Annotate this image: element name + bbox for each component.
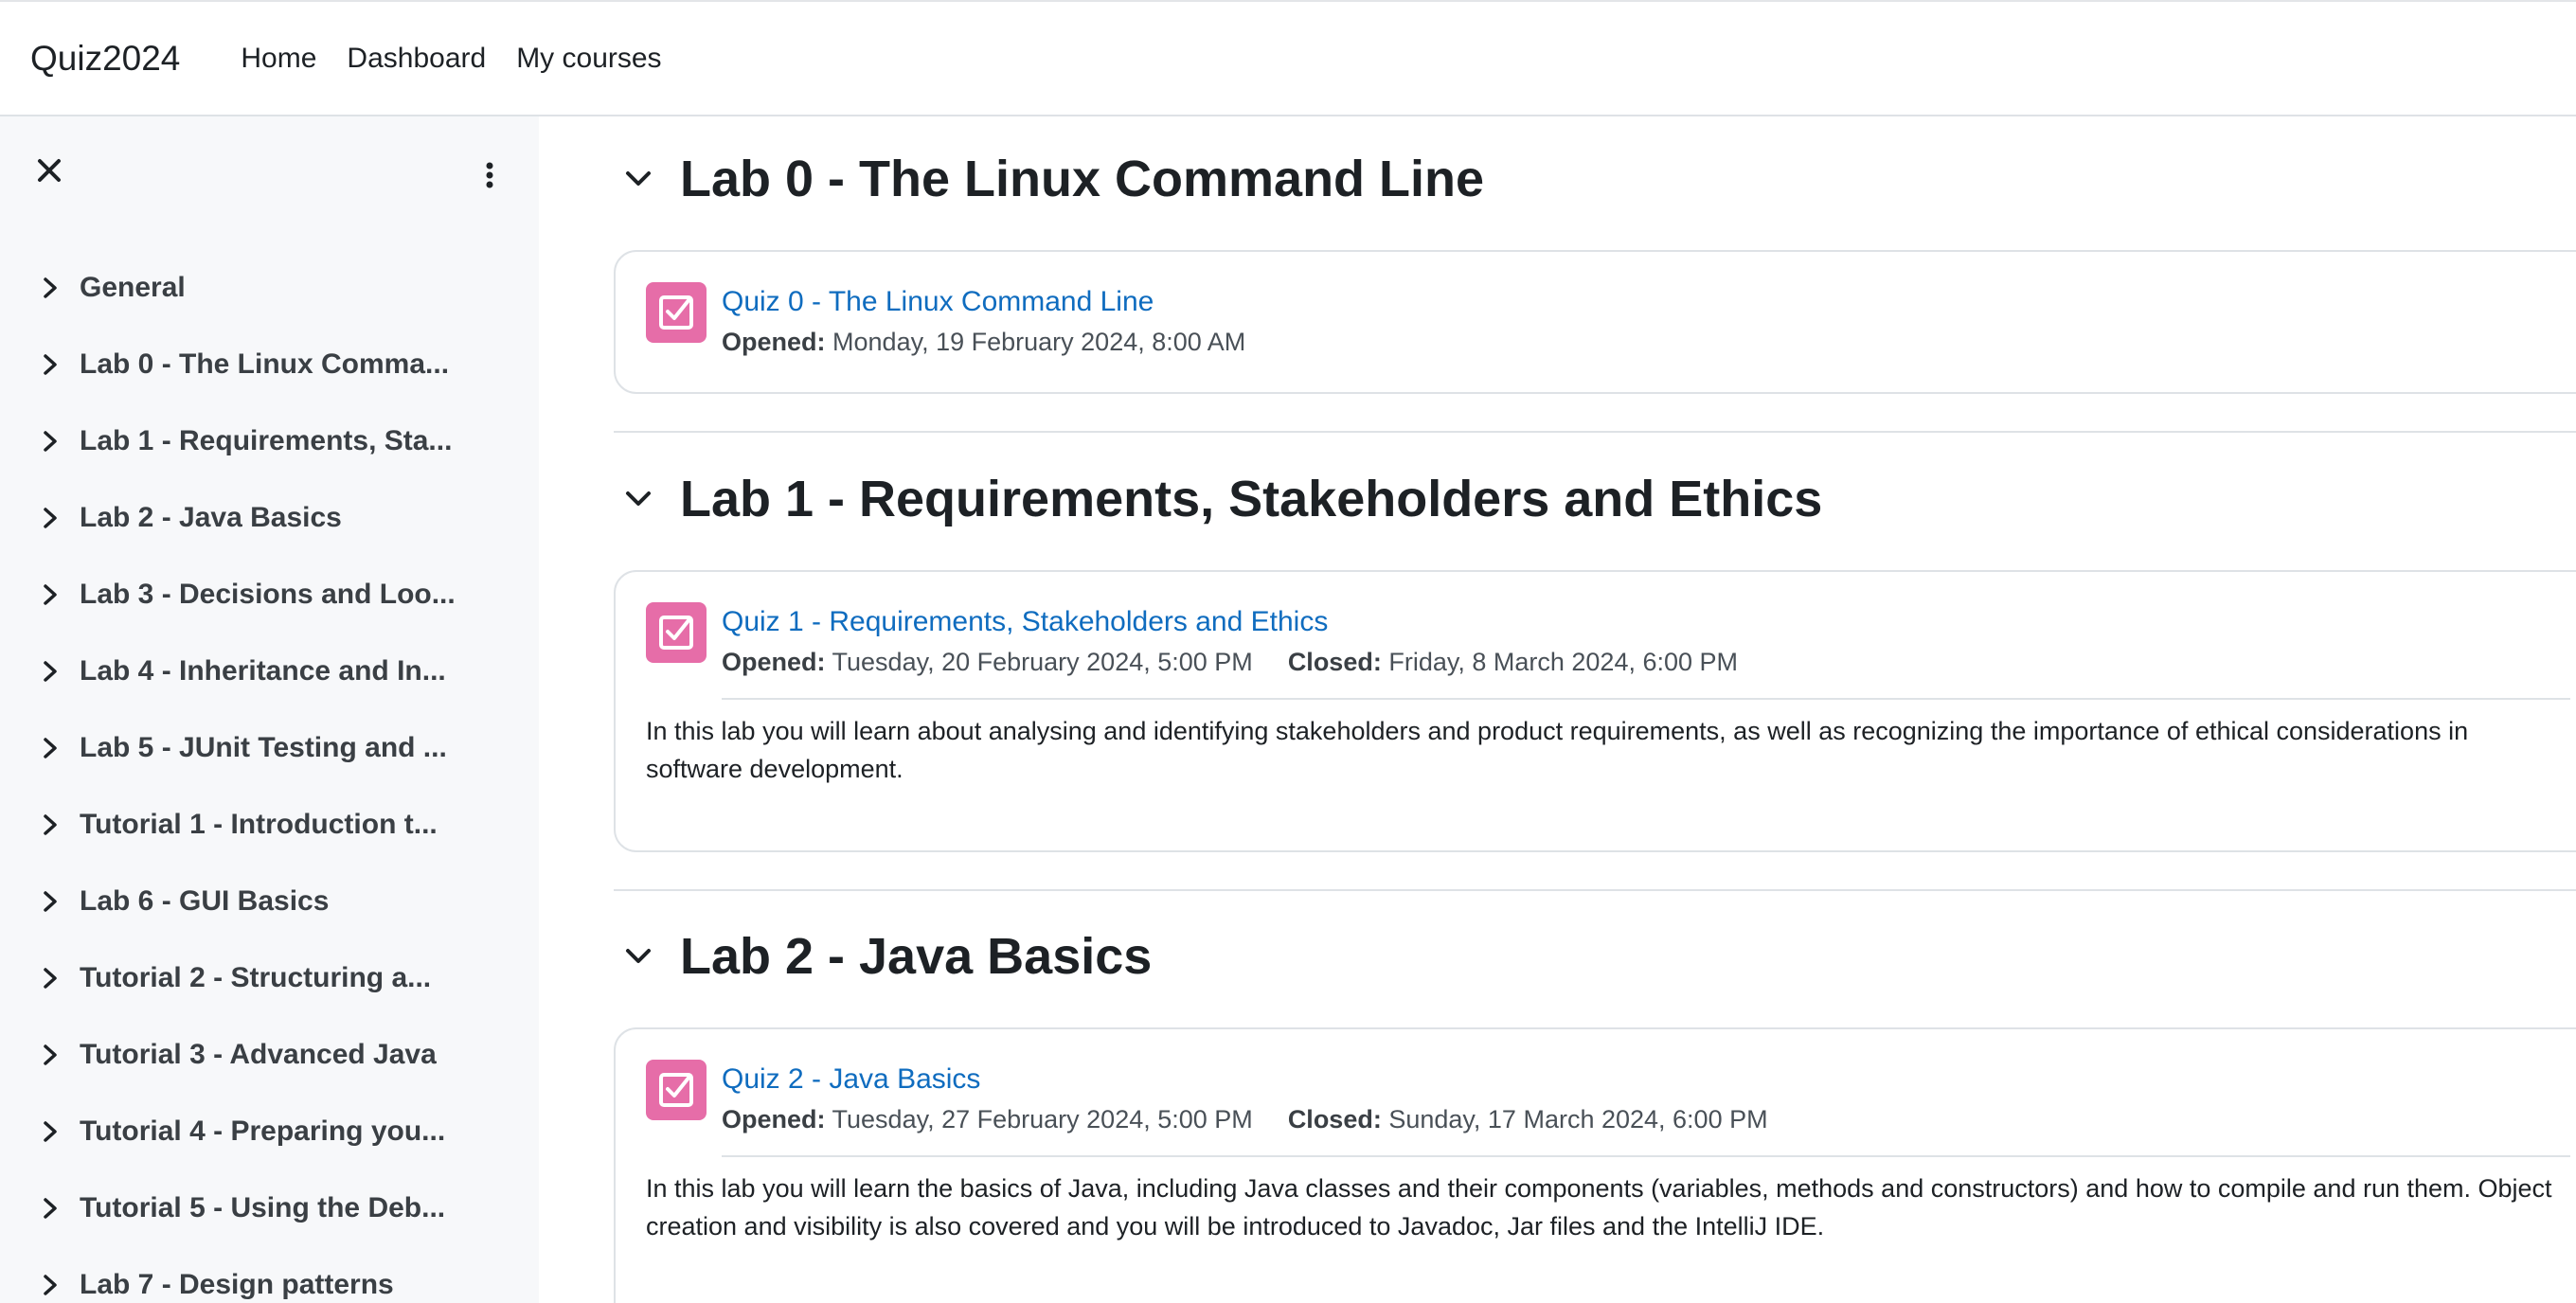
- activity-description: In this lab you will learn about analysi…: [646, 717, 2469, 783]
- nav-link-my-courses[interactable]: My courses: [516, 43, 661, 75]
- course-index-item[interactable]: Tutorial 5 - Using the Deb...: [0, 1169, 539, 1246]
- quiz-dates: Opened: Tuesday, 20 February 2024, 5:00 …: [722, 648, 1738, 677]
- closed-date: Sunday, 17 March 2024, 6:00 PM: [1388, 1105, 1768, 1133]
- opened-date: Monday, 19 February 2024, 8:00 AM: [832, 328, 1246, 356]
- chevron-right-icon[interactable]: [40, 811, 61, 839]
- activity-card: Quiz 2 - Java Basics Opened: Tuesday, 27…: [614, 1027, 2576, 1303]
- course-index-item-label: Tutorial 3 - Advanced Java: [80, 1038, 437, 1070]
- quiz-link[interactable]: Quiz 1 - Requirements, Stakeholders and …: [722, 606, 1328, 638]
- opened-label: Opened:: [722, 1105, 826, 1133]
- closed-date: Friday, 8 March 2024, 6:00 PM: [1388, 648, 1739, 676]
- section-title: Lab 0 - The Linux Command Line: [680, 151, 1485, 207]
- course-index-item[interactable]: Tutorial 2 - Structuring a...: [0, 939, 539, 1016]
- section-header[interactable]: Lab 1 - Requirements, Stakeholders and E…: [614, 461, 2576, 537]
- quiz-dates: Opened: Monday, 19 February 2024, 8:00 A…: [722, 328, 1245, 357]
- chevron-right-icon[interactable]: [40, 887, 61, 916]
- course-index-list: General Lab 0 - The Linux Comma... Lab 1 -…: [0, 249, 539, 1303]
- section-divider: [614, 889, 2576, 891]
- chevron-right-icon[interactable]: [40, 1117, 61, 1146]
- course-index-item[interactable]: Lab 2 - Java Basics: [0, 479, 539, 556]
- activity-description: In this lab you will learn the basics of…: [646, 1174, 2552, 1241]
- close-icon[interactable]: [32, 153, 66, 187]
- quiz-dates: Opened: Tuesday, 27 February 2024, 5:00 …: [722, 1105, 1768, 1134]
- course-index-item-label: Lab 5 - JUnit Testing and ...: [80, 731, 447, 763]
- section-title: Lab 1 - Requirements, Stakeholders and E…: [680, 471, 1823, 527]
- chevron-right-icon[interactable]: [40, 734, 61, 762]
- section-title: Lab 2 - Java Basics: [680, 928, 1153, 985]
- course-index-item[interactable]: Lab 3 - Decisions and Loo...: [0, 556, 539, 633]
- course-index-item-label: Lab 0 - The Linux Comma...: [80, 348, 450, 380]
- card-divider: [722, 1155, 2570, 1157]
- activity-card: Quiz 1 - Requirements, Stakeholders and …: [614, 570, 2576, 852]
- course-index-item-label: Lab 7 - Design patterns: [80, 1268, 394, 1300]
- course-content: Lab 0 - The Linux Command Line Quiz 0 - …: [539, 116, 2576, 1303]
- section-header[interactable]: Lab 0 - The Linux Command Line: [614, 141, 2576, 217]
- opened-date: Tuesday, 20 February 2024, 5:00 PM: [832, 648, 1253, 676]
- site-brand[interactable]: Quiz2024: [30, 39, 180, 79]
- app-root: Quiz2024 Home Dashboard My courses Gener…: [0, 0, 2576, 1303]
- kebab-menu-icon[interactable]: [478, 158, 501, 192]
- course-index-item[interactable]: Lab 6 - GUI Basics: [0, 863, 539, 939]
- quiz-icon: [646, 282, 707, 343]
- course-index-item-label: Tutorial 2 - Structuring a...: [80, 961, 432, 993]
- primary-navigation: Home Dashboard My courses: [241, 43, 661, 75]
- course-index-item-label: Tutorial 1 - Introduction t...: [80, 808, 438, 840]
- nav-link-dashboard[interactable]: Dashboard: [347, 43, 486, 75]
- chevron-down-icon[interactable]: [621, 939, 655, 973]
- course-section: Lab 2 - Java Basics: [614, 919, 2576, 994]
- chevron-right-icon[interactable]: [40, 1194, 61, 1223]
- course-section: Lab 0 - The Linux Command Line: [614, 141, 2576, 217]
- course-index-item[interactable]: Lab 4 - Inheritance and In...: [0, 633, 539, 709]
- course-index-item[interactable]: Tutorial 3 - Advanced Java: [0, 1016, 539, 1093]
- course-index-item-label: Lab 1 - Requirements, Sta...: [80, 424, 453, 456]
- closed-label: Closed:: [1287, 1105, 1382, 1133]
- chevron-right-icon[interactable]: [40, 964, 61, 992]
- course-index-item[interactable]: Tutorial 4 - Preparing you...: [0, 1093, 539, 1169]
- top-navbar: Quiz2024 Home Dashboard My courses: [0, 0, 2576, 116]
- section-header[interactable]: Lab 2 - Java Basics: [614, 919, 2576, 994]
- course-index-item-label: Lab 2 - Java Basics: [80, 501, 342, 533]
- section-divider: [614, 431, 2576, 433]
- chevron-down-icon[interactable]: [621, 482, 655, 516]
- quiz-icon: [646, 1060, 707, 1120]
- chevron-right-icon[interactable]: [40, 580, 61, 609]
- course-index-drawer: General Lab 0 - The Linux Comma... Lab 1 -…: [0, 116, 539, 1303]
- course-index-item[interactable]: General: [0, 249, 539, 326]
- quiz-link[interactable]: Quiz 0 - The Linux Command Line: [722, 286, 1154, 318]
- course-index-item[interactable]: Lab 0 - The Linux Comma...: [0, 326, 539, 402]
- activity-card: Quiz 0 - The Linux Command Line Opened: …: [614, 250, 2576, 394]
- chevron-right-icon[interactable]: [40, 657, 61, 686]
- course-index-item-label: Lab 3 - Decisions and Loo...: [80, 578, 456, 610]
- quiz-link[interactable]: Quiz 2 - Java Basics: [722, 1063, 980, 1096]
- quiz-icon: [646, 602, 707, 663]
- chevron-right-icon[interactable]: [40, 350, 61, 379]
- opened-label: Opened:: [722, 328, 826, 356]
- course-index-item[interactable]: Lab 7 - Design patterns: [0, 1246, 539, 1303]
- chevron-down-icon[interactable]: [621, 162, 655, 196]
- course-index-item[interactable]: Lab 1 - Requirements, Sta...: [0, 402, 539, 479]
- course-index-item[interactable]: Tutorial 1 - Introduction t...: [0, 786, 539, 863]
- chevron-right-icon[interactable]: [40, 427, 61, 455]
- nav-link-home[interactable]: Home: [241, 43, 316, 75]
- chevron-right-icon[interactable]: [40, 274, 61, 302]
- course-index-item-label: General: [80, 271, 186, 303]
- course-section: Lab 1 - Requirements, Stakeholders and E…: [614, 461, 2576, 537]
- card-divider: [722, 698, 2570, 700]
- course-index-item-label: Lab 4 - Inheritance and In...: [80, 654, 446, 687]
- closed-label: Closed:: [1287, 648, 1382, 676]
- chevron-right-icon[interactable]: [40, 504, 61, 532]
- opened-date: Tuesday, 27 February 2024, 5:00 PM: [832, 1105, 1253, 1133]
- course-index-item[interactable]: Lab 5 - JUnit Testing and ...: [0, 709, 539, 786]
- course-index-item-label: Tutorial 4 - Preparing you...: [80, 1115, 446, 1147]
- chevron-right-icon[interactable]: [40, 1271, 61, 1299]
- opened-label: Opened:: [722, 648, 826, 676]
- course-index-item-label: Lab 6 - GUI Basics: [80, 884, 330, 917]
- course-index-item-label: Tutorial 5 - Using the Deb...: [80, 1191, 446, 1223]
- chevron-right-icon[interactable]: [40, 1041, 61, 1069]
